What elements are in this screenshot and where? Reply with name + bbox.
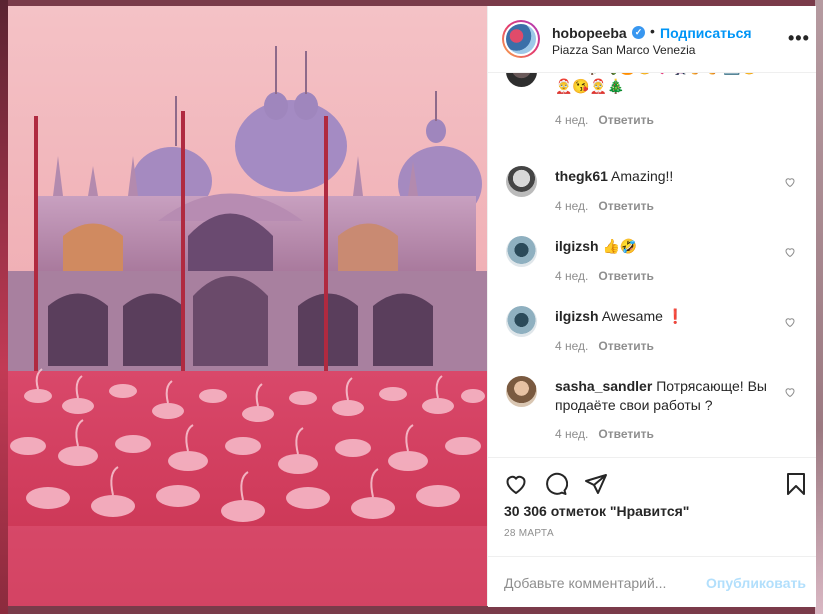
commenter-avatar[interactable] (506, 376, 537, 407)
post-location[interactable]: Piazza San Marco Venezia (552, 43, 695, 57)
comment-text: ilgizsh 👍🤣 (555, 238, 638, 254)
comments-list[interactable]: ZZ 1🎄🍾🍊😚💗🦹🥐🥐🆕😘 🤶😘🤶🎄 4 нед. Ответить thegk… (488, 72, 816, 457)
comment-text: ilgizsh Awesame ❗ (555, 308, 685, 324)
comment-username[interactable]: thegk61 (555, 168, 608, 184)
commenter-avatar[interactable] (506, 72, 537, 87)
post-side-panel: hobopeeba ✓ • Подписаться Piazza San Mar… (487, 6, 816, 607)
reply-button[interactable]: Ответить (598, 339, 653, 353)
like-heart-icon[interactable] (504, 472, 528, 496)
background-right-strip (815, 0, 823, 614)
reply-button[interactable]: Ответить (598, 199, 653, 213)
post-header: hobopeeba ✓ • Подписаться Piazza San Mar… (488, 6, 816, 73)
publish-button[interactable]: Опубликовать (706, 575, 806, 591)
comment-bubble-icon[interactable] (544, 472, 568, 496)
reply-button[interactable]: Ответить (598, 427, 653, 441)
comment-meta: 4 нед. Ответить (555, 199, 654, 213)
author-avatar[interactable] (502, 20, 540, 58)
post-photo[interactable] (8, 6, 487, 606)
author-username[interactable]: hobopeeba (552, 25, 627, 41)
post-actions: 30 306 отметок "Нравится" 28 МАРТА Добав… (488, 457, 816, 607)
comment-text: ZZ 1🎄🍾🍊😚💗🦹🥐🥐🆕😘 🤶😘🤶🎄 (555, 72, 758, 94)
comment-text: thegk61 Amazing!! (555, 168, 674, 184)
comment-meta: 4 нед. Ответить (555, 339, 654, 353)
like-comment-heart-icon[interactable] (784, 316, 796, 328)
share-send-icon[interactable] (584, 472, 608, 496)
follow-button[interactable]: Подписаться (660, 25, 752, 41)
comment-age: 4 нед. (555, 427, 589, 441)
save-bookmark-icon[interactable] (785, 472, 807, 496)
likes-count[interactable]: 30 306 отметок "Нравится" (504, 503, 689, 519)
commenter-avatar[interactable] (506, 306, 537, 337)
separator-dot: • (650, 23, 655, 39)
author-avatar-image (506, 24, 536, 54)
comment-age: 4 нед. (555, 339, 589, 353)
background-left-strip (0, 0, 8, 614)
like-comment-heart-icon[interactable] (784, 176, 796, 188)
comment-username[interactable]: sasha_sandler (555, 378, 652, 394)
comment-age: 4 нед. (555, 199, 589, 213)
reply-button[interactable]: Ответить (598, 269, 653, 283)
comment-age: 4 нед. (555, 269, 589, 283)
comment-input[interactable]: Добавьте комментарий... (504, 575, 666, 591)
reply-button[interactable]: Ответить (598, 113, 653, 127)
more-options-icon[interactable]: ••• (788, 28, 810, 49)
comment-username[interactable]: ilgizsh (555, 238, 599, 254)
like-comment-heart-icon[interactable] (784, 246, 796, 258)
comment-text: sasha_sandler Потрясающе! Вы продаёте св… (555, 378, 767, 413)
add-comment-bar: Добавьте комментарий... Опубликовать (488, 556, 816, 608)
comment-meta: 4 нед. Ответить (555, 427, 654, 441)
commenter-avatar[interactable] (506, 236, 537, 267)
comment-meta: 4 нед. Ответить (555, 269, 654, 283)
comment-username[interactable]: ilgizsh (555, 308, 599, 324)
comment-age: 4 нед. (555, 113, 589, 127)
basilica-flamingo-photo (8, 6, 487, 606)
like-comment-heart-icon[interactable] (784, 386, 796, 398)
post-date[interactable]: 28 МАРТА (504, 528, 554, 539)
comment-meta: 4 нед. Ответить (555, 113, 654, 127)
verified-badge-icon: ✓ (632, 26, 645, 39)
commenter-avatar[interactable] (506, 166, 537, 197)
